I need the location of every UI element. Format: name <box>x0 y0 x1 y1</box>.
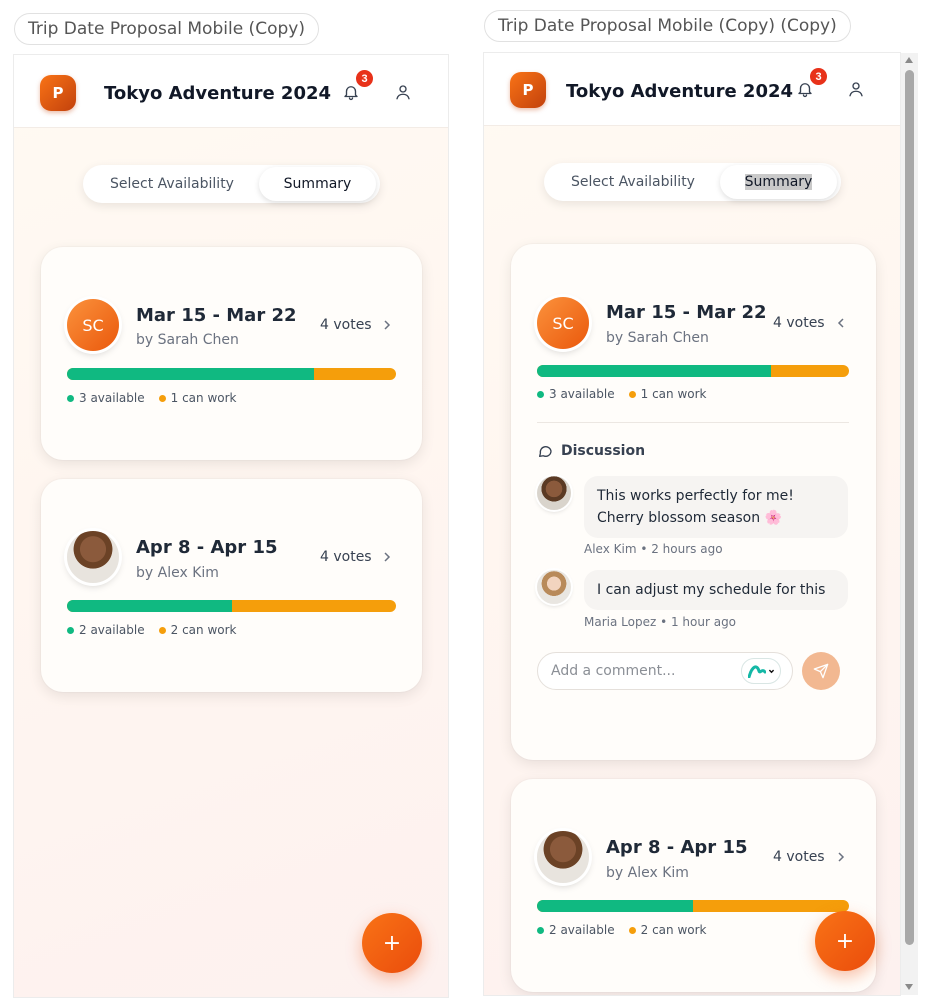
available-label: 2 available <box>79 623 145 637</box>
user-icon <box>849 82 863 97</box>
can-work-label: 1 can work <box>640 387 707 401</box>
mobile-frame-right: P Tokyo Adventure 2024 3 Select Availabi… <box>483 52 901 996</box>
availability-bar <box>537 900 849 912</box>
trip-title: Tokyo Adventure 2024 <box>104 83 332 104</box>
frame-label-right: Trip Date Proposal Mobile (Copy) (Copy) <box>484 10 851 42</box>
add-proposal-button[interactable]: + <box>815 911 875 971</box>
vote-count: 4 votes <box>773 849 825 865</box>
can-work-dot <box>628 390 636 398</box>
send-button[interactable] <box>802 652 840 690</box>
available-segment <box>537 365 771 377</box>
available-dot <box>67 626 74 634</box>
can-work-dot <box>628 926 636 934</box>
plus-icon: + <box>382 930 402 956</box>
comment-avatar <box>537 570 571 604</box>
user-icon <box>396 85 410 100</box>
discussion-title: Discussion <box>561 443 646 459</box>
app-header: P Tokyo Adventure 2024 3 <box>484 53 900 126</box>
proposal-card-expanded[interactable]: SC Mar 15 - Mar 22 by Sarah Chen 4 votes… <box>511 244 876 760</box>
view-toggle: Select Availability Summary <box>83 165 380 203</box>
profile-button[interactable] <box>842 75 870 103</box>
proposal-author: by Sarah Chen <box>136 332 239 348</box>
availability-legend: 3 available 1 can work <box>67 391 236 405</box>
available-label: 3 available <box>79 391 145 405</box>
notification-badge: 3 <box>354 68 375 89</box>
can-work-label: 1 can work <box>170 391 237 405</box>
proposal-date-range: Apr 8 - Apr 15 <box>136 537 278 558</box>
can-work-label: 2 can work <box>640 923 707 937</box>
tab-select-availability[interactable]: Select Availability <box>546 165 720 199</box>
plus-icon: + <box>835 928 855 954</box>
availability-legend: 3 available 1 can work <box>537 387 706 401</box>
availability-bar <box>537 365 849 377</box>
chat-bubble-icon <box>539 446 552 457</box>
comment-avatar <box>537 476 571 510</box>
avatar: SC <box>67 299 119 351</box>
proposal-date-range: Mar 15 - Mar 22 <box>606 302 767 323</box>
available-label: 3 available <box>549 387 615 401</box>
available-label: 2 available <box>549 923 615 937</box>
profile-button[interactable] <box>389 78 417 106</box>
comment-bubble: This works perfectly for me! Cherry blos… <box>584 476 848 538</box>
available-dot <box>537 926 544 934</box>
comment-meta: Alex Kim • 2 hours ago <box>584 542 723 556</box>
scrollbar-thumb[interactable] <box>905 70 914 945</box>
mobile-frame-left: P Tokyo Adventure 2024 3 Select Availabi… <box>13 54 449 998</box>
frame-label-left: Trip Date Proposal Mobile (Copy) <box>14 13 319 45</box>
available-dot <box>67 394 74 402</box>
available-segment <box>67 600 232 612</box>
comment-bubble: I can adjust my schedule for this <box>584 570 848 610</box>
app-logo[interactable]: P <box>40 75 76 111</box>
chevron-right-icon[interactable] <box>381 319 393 331</box>
proposal-date-range: Mar 15 - Mar 22 <box>136 305 297 326</box>
availability-legend: 2 available 2 can work <box>67 623 236 637</box>
notification-badge: 3 <box>808 66 829 87</box>
vote-count: 4 votes <box>773 315 825 331</box>
avatar <box>67 531 119 583</box>
available-segment <box>67 368 314 380</box>
wave-icon <box>747 665 766 678</box>
scroll-down-arrow[interactable] <box>905 984 913 990</box>
send-icon <box>813 663 829 679</box>
tab-select-availability[interactable]: Select Availability <box>85 167 259 201</box>
proposal-author: by Alex Kim <box>606 865 689 881</box>
extension-button[interactable] <box>741 658 781 684</box>
available-segment <box>537 900 693 912</box>
chevron-left-icon[interactable] <box>835 317 847 329</box>
chevron-down-icon <box>768 669 774 673</box>
availability-legend: 2 available 2 can work <box>537 923 706 937</box>
can-work-dot <box>158 626 166 634</box>
can-work-label: 2 can work <box>170 623 237 637</box>
tab-summary-label: Summary <box>744 174 813 190</box>
trip-title: Tokyo Adventure 2024 <box>566 81 794 102</box>
availability-bar <box>67 600 396 612</box>
proposal-author: by Alex Kim <box>136 565 219 581</box>
proposal-card[interactable]: Apr 8 - Apr 15 by Alex Kim 4 votes 2 ava… <box>41 479 422 692</box>
tab-summary[interactable]: Summary <box>259 167 376 201</box>
discussion-heading: Discussion <box>537 443 645 459</box>
avatar: SC <box>537 297 589 349</box>
proposal-card[interactable]: SC Mar 15 - Mar 22 by Sarah Chen 4 votes… <box>41 247 422 460</box>
proposal-author: by Sarah Chen <box>606 330 709 346</box>
availability-bar <box>67 368 396 380</box>
divider <box>537 422 849 423</box>
app-logo[interactable]: P <box>510 72 546 108</box>
vote-count: 4 votes <box>320 549 372 565</box>
scrollbar[interactable] <box>901 53 918 995</box>
tab-summary[interactable]: Summary <box>720 165 837 199</box>
chevron-right-icon[interactable] <box>835 851 847 863</box>
app-header: P Tokyo Adventure 2024 3 <box>14 55 448 128</box>
vote-count: 4 votes <box>320 317 372 333</box>
chevron-right-icon[interactable] <box>381 551 393 563</box>
add-proposal-button[interactable]: + <box>362 913 422 973</box>
avatar <box>537 831 589 883</box>
proposal-date-range: Apr 8 - Apr 15 <box>606 837 748 858</box>
can-work-dot <box>158 394 166 402</box>
comment-meta: Maria Lopez • 1 hour ago <box>584 615 737 629</box>
view-toggle: Select Availability Summary <box>544 163 841 201</box>
scroll-up-arrow[interactable] <box>905 57 913 63</box>
available-dot <box>537 390 544 398</box>
